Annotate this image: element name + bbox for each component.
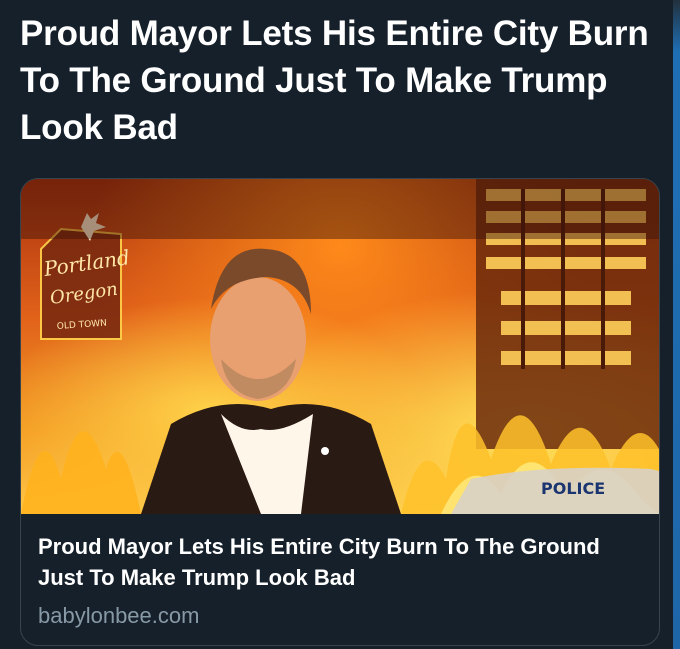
card-title[interactable]: Proud Mayor Lets His Entire City Burn To… xyxy=(38,531,638,593)
mayor-figure xyxy=(141,248,401,514)
card-domain: babylonbee.com xyxy=(38,603,200,628)
tweet-text: Proud Mayor Lets His Entire City Burn To… xyxy=(20,14,649,147)
link-card[interactable]: Portland Oregon OLD TOWN POLICE Proud Ma… xyxy=(20,178,660,646)
card-image[interactable]: Portland Oregon OLD TOWN POLICE xyxy=(21,179,659,514)
scrollbar-edge xyxy=(673,0,680,649)
police-car-text: POLICE xyxy=(541,479,605,498)
